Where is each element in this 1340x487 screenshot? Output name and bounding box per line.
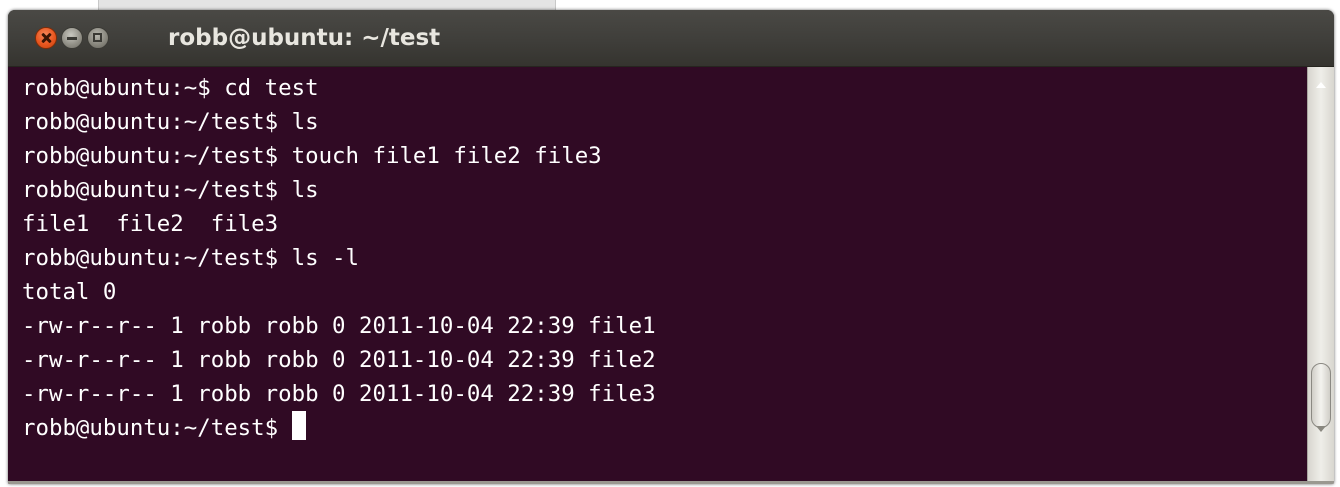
minimize-button[interactable] xyxy=(61,27,83,49)
scroll-down-icon[interactable] xyxy=(1316,426,1326,432)
terminal-line: total 0 xyxy=(22,279,117,305)
close-button[interactable] xyxy=(35,27,57,49)
scroll-thumb[interactable] xyxy=(1311,363,1331,428)
terminal-line: robb@ubuntu:~$ cd test xyxy=(22,75,319,101)
window-bottom-border xyxy=(8,481,1334,484)
title-bar[interactable]: robb@ubuntu: ~/test xyxy=(8,10,1334,67)
terminal-window: robb@ubuntu: ~/test robb@ubuntu:~$ cd te… xyxy=(8,10,1334,484)
maximize-button[interactable] xyxy=(87,27,109,49)
terminal-line: robb@ubuntu:~/test$ ls xyxy=(22,109,319,135)
terminal-line: -rw-r--r-- 1 robb robb 0 2011-10-04 22:3… xyxy=(22,347,656,373)
terminal-line: -rw-r--r-- 1 robb robb 0 2011-10-04 22:3… xyxy=(22,381,656,407)
vertical-scrollbar[interactable] xyxy=(1307,67,1334,484)
prompt-line[interactable]: robb@ubuntu:~/test$ xyxy=(22,411,1307,445)
terminal-line: robb@ubuntu:~/test$ touch file1 file2 fi… xyxy=(22,143,602,169)
terminal-line: file1 file2 file3 xyxy=(22,211,279,237)
terminal-line: -rw-r--r-- 1 robb robb 0 2011-10-04 22:3… xyxy=(22,313,656,339)
shell-prompt: robb@ubuntu:~/test$ xyxy=(22,415,292,441)
terminal-output[interactable]: robb@ubuntu:~$ cd test robb@ubuntu:~/tes… xyxy=(8,67,1307,484)
scroll-up-icon[interactable] xyxy=(1316,82,1326,88)
window-title: robb@ubuntu: ~/test xyxy=(168,25,441,51)
text-cursor xyxy=(291,411,306,440)
terminal-line: robb@ubuntu:~/test$ ls -l xyxy=(22,245,360,271)
terminal-line: robb@ubuntu:~/test$ ls xyxy=(22,177,319,203)
